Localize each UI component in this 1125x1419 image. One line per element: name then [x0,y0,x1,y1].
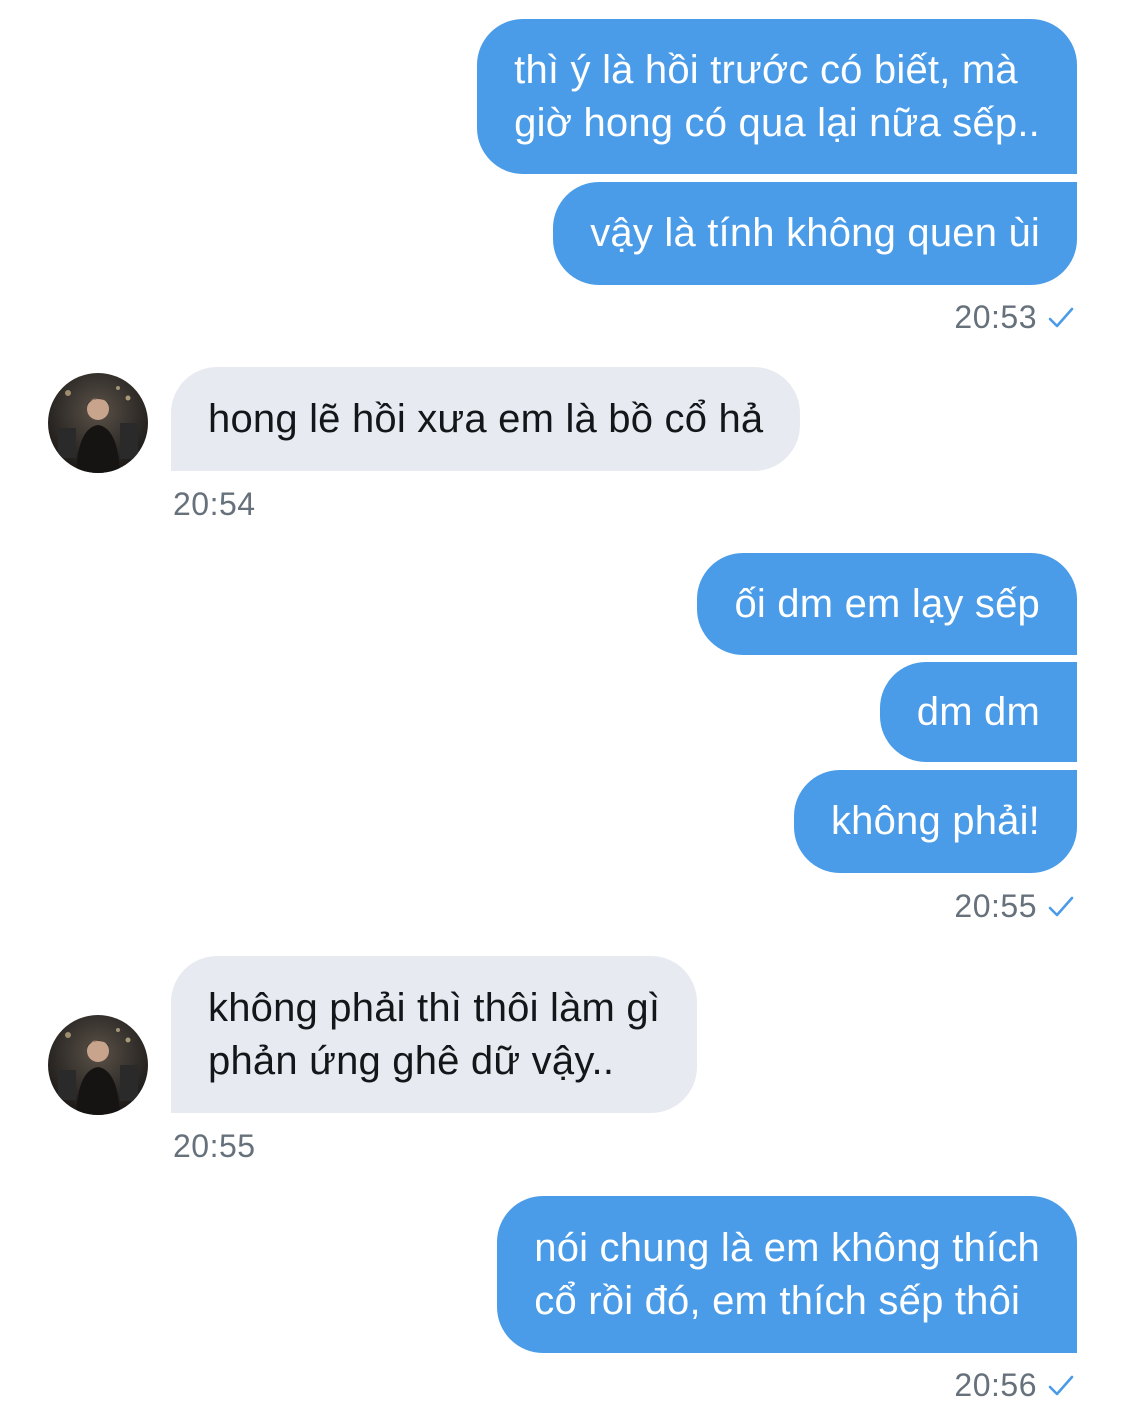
checkmark-icon [1048,307,1074,327]
message-bubble-outgoing[interactable]: vậy là tính không quen ùi [553,182,1077,285]
message-text: nói chung là em không thích [534,1225,1040,1270]
checkmark-icon [1048,1375,1074,1395]
message-text: cổ rồi đó, em thích sếp thôi [534,1278,1021,1323]
message-timestamp: 20:55 [173,1128,256,1164]
message-timestamp: 20:54 [173,486,256,522]
message-text: dm dm [916,689,1040,734]
contact-avatar[interactable] [48,373,148,473]
message-timestamp: 20:53 [954,299,1075,336]
message-bubble-outgoing[interactable]: không phải! [793,770,1077,873]
message-text: phản ứng ghê dữ vậy.. [208,1038,615,1083]
message-text: vậy là tính không quen ùi [590,211,1040,255]
message-text: không phải thì thôi làm gì [208,985,661,1030]
message-text: không phải! [830,799,1040,843]
message-bubble-outgoing[interactable]: ối dm em lạy sếp [697,553,1077,655]
message-timestamp: 20:55 [954,888,1075,925]
contact-avatar[interactable] [48,1015,148,1115]
message-bubble-incoming[interactable]: không phải thì thôi làm gì phản ứng ghê … [171,956,698,1113]
message-text: ối dm em lạy sếp [734,581,1040,626]
message-text: giờ hong có qua lại nữa sếp.. [514,100,1040,145]
message-bubble-outgoing[interactable]: dm dm [879,662,1077,762]
checkmark-icon [1048,896,1074,916]
message-bubble-incoming[interactable]: hong lẽ hồi xưa em là bồ cổ hả [171,367,801,471]
message-bubble-outgoing[interactable]: nói chung là em không thích cổ rồi đó, e… [497,1196,1077,1353]
message-timestamp: 20:56 [954,1367,1075,1404]
message-text: thì ý là hồi trước có biết, mà [514,47,1018,92]
chat-thread: thì ý là hồi trước có biết, mà giờ hong … [0,0,1125,1419]
message-bubble-outgoing[interactable]: thì ý là hồi trước có biết, mà giờ hong … [477,19,1077,174]
message-text: hong lẽ hồi xưa em là bồ cổ hả [208,396,764,441]
